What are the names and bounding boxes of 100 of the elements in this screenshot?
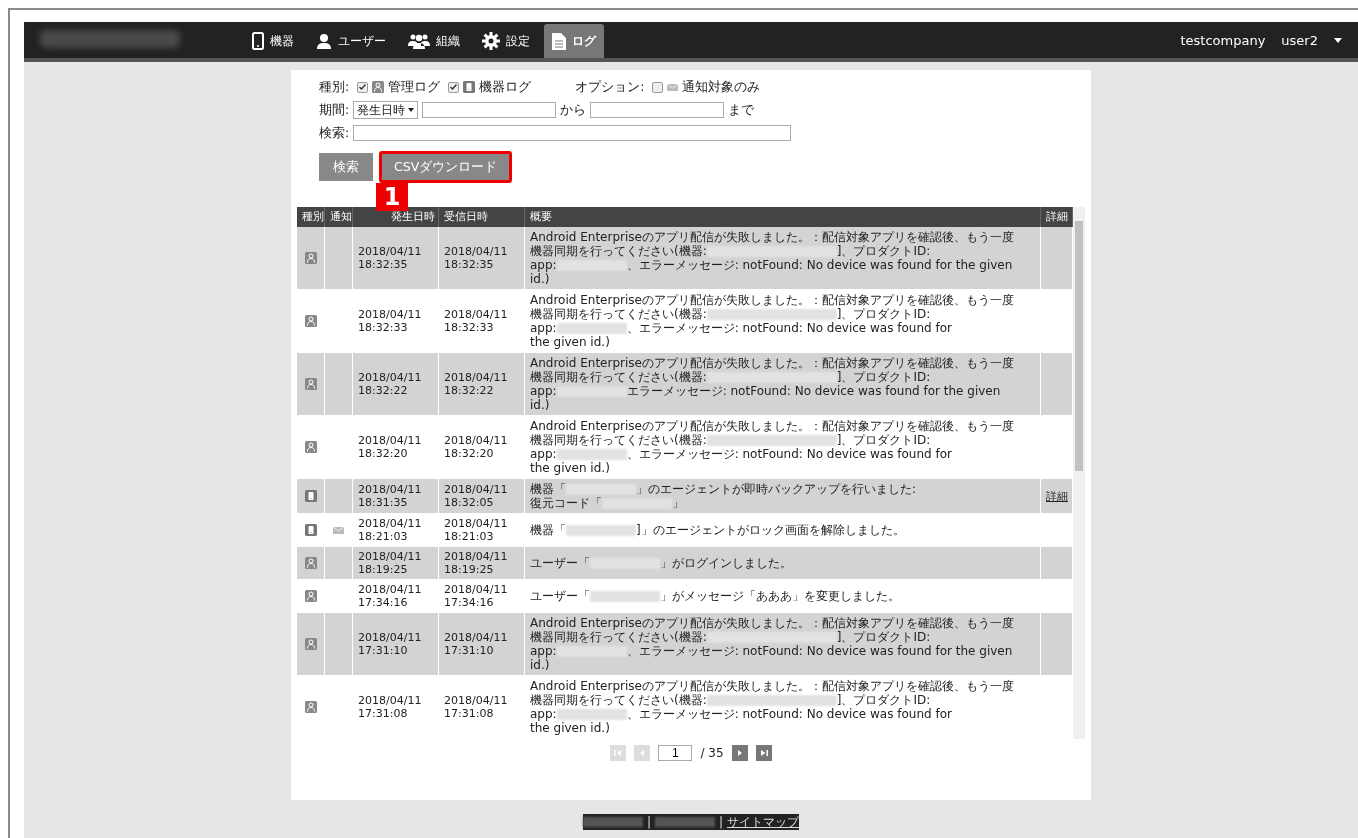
option-label: オプション: xyxy=(575,78,645,96)
summary-text: 機器同期を行ってください(機器: xyxy=(530,370,707,384)
summary-text: 」 xyxy=(672,496,684,510)
redacted-block xyxy=(566,524,636,536)
user-log-icon xyxy=(372,81,385,93)
summary-text: app: xyxy=(530,384,557,398)
user-log-icon xyxy=(304,701,317,713)
summary-text: ]、プロダクトID: xyxy=(836,433,931,447)
nav-tab[interactable]: 設定 xyxy=(474,24,538,58)
summary-text: the given id.) xyxy=(530,335,610,349)
checkbox-label: 通知対象のみ xyxy=(682,78,761,96)
checkbox[interactable] xyxy=(448,81,460,93)
summary-text: 、エラーメッセージ: notFound: No device was found for xyxy=(626,447,952,461)
document-icon xyxy=(552,32,566,50)
redacted-block xyxy=(556,708,627,720)
table-cell: 2018/04/11 18:21:03 xyxy=(439,514,525,546)
to-label: まで xyxy=(728,101,755,119)
summary-text: app: xyxy=(530,707,557,721)
table-cell: 2018/04/11 18:32:35 xyxy=(439,227,525,289)
summary-text: app: xyxy=(530,258,557,272)
company-name: testcompany xyxy=(1180,32,1266,48)
dropdown-caret-icon xyxy=(408,108,415,112)
page-number-field[interactable]: 1 xyxy=(658,745,693,761)
device-log-icon xyxy=(304,524,317,536)
table-cell: 2018/04/11 18:32:22 xyxy=(439,353,525,415)
table-cell: 2018/04/11 18:32:20 xyxy=(353,416,439,478)
device-log-icon xyxy=(463,81,476,93)
summary-text: Android Enterpriseのアプリ配信が失敗しました。：配信対象アプリを確認後、もう一度 xyxy=(530,293,1014,307)
scrollbar[interactable] xyxy=(1073,207,1085,739)
nav-tab-label: 設定 xyxy=(506,32,530,50)
table-cell: 2018/04/11 18:32:05 xyxy=(439,479,525,513)
summary-text: Android Enterpriseのアプリ配信が失敗しました。：配信対象アプリを確認後、もう一度 xyxy=(530,419,1014,433)
right-triangle-icon xyxy=(737,750,743,756)
user-log-icon xyxy=(304,557,317,569)
summary-text: 機器同期を行ってください(機器: xyxy=(530,244,707,258)
table-cell: 2018/04/11 18:21:03 xyxy=(353,514,439,546)
checkbox-label: 機器ログ xyxy=(479,78,532,96)
redacted-block xyxy=(582,817,643,827)
last-page-button[interactable] xyxy=(755,745,772,761)
summary-text: 」がメッセージ「あああ」を変更しました。 xyxy=(660,589,900,603)
from-label: から xyxy=(560,101,587,119)
checkbox[interactable] xyxy=(357,81,369,93)
summary-text: ]、プロダクトID: xyxy=(836,693,931,707)
summary-text: 機器同期を行ってください(機器: xyxy=(530,433,707,447)
nav-tab[interactable]: ユーザー xyxy=(308,24,394,58)
person-icon xyxy=(316,33,332,49)
nav-tab[interactable]: ログ xyxy=(544,24,604,58)
nav-tab-label: ユーザー xyxy=(338,32,386,50)
summary-text: Android Enterpriseのアプリ配信が失敗しました。：配信対象アプリを確認後、もう一度 xyxy=(530,356,1014,370)
detail-link[interactable]: 詳細 xyxy=(1046,489,1068,503)
summary-text: 機器同期を行ってください(機器: xyxy=(530,693,707,707)
summary-text: 復元コード「 xyxy=(530,496,602,510)
table-cell: 2018/04/11 18:32:35 xyxy=(353,227,439,289)
search-label: 検索: xyxy=(319,124,350,142)
period-select[interactable]: 発生日時 xyxy=(353,101,419,119)
step-number-badge: 1 xyxy=(376,183,408,211)
period-label: 期間: xyxy=(319,101,350,119)
summary-text: ]、プロダクトID: xyxy=(836,307,931,321)
summary-text: id.) xyxy=(530,398,550,412)
settings-icon xyxy=(482,32,500,50)
last-page-icon xyxy=(759,750,768,756)
user-log-icon xyxy=(304,315,317,327)
next-page-button[interactable] xyxy=(731,745,748,761)
redacted-block xyxy=(556,448,627,460)
left-triangle-icon xyxy=(639,750,645,756)
phone-icon xyxy=(252,32,264,50)
caret-icon xyxy=(1334,37,1342,43)
user-log-icon xyxy=(304,378,317,390)
summary-text: id.) xyxy=(530,658,550,672)
user-log-icon xyxy=(304,638,317,650)
summary-text: ]、プロダクトID: xyxy=(836,370,931,384)
first-page-icon xyxy=(614,750,623,756)
table-cell: 2018/04/11 17:31:08 xyxy=(439,676,525,738)
summary-text: 機器「 xyxy=(530,482,566,496)
start-date-field[interactable] xyxy=(422,102,557,118)
summary-text: 」がログインしました。 xyxy=(660,556,792,570)
user-log-icon xyxy=(304,441,317,453)
summary-text: 、エラーメッセージ: notFound: No device was found for the given xyxy=(626,644,1013,658)
nav-tab[interactable]: 組織 xyxy=(400,24,468,58)
search-button[interactable]: 検索 xyxy=(319,153,373,181)
nav-tab-label: ログ xyxy=(572,32,596,50)
people-icon xyxy=(408,33,430,49)
checkbox-label: 管理ログ xyxy=(388,78,441,96)
nav-tab[interactable]: 機器 xyxy=(244,24,302,58)
summary-text: id.) xyxy=(530,272,550,286)
table-cell: 2018/04/11 18:32:20 xyxy=(439,416,525,478)
summary-text: Android Enterpriseのアプリ配信が失敗しました。：配信対象アプリを確認後、もう一度 xyxy=(530,679,1014,693)
user-menu[interactable]: user2 xyxy=(1281,32,1318,48)
search-field[interactable] xyxy=(353,125,792,141)
summary-text: app: xyxy=(530,447,557,461)
device-log-icon xyxy=(304,490,317,502)
end-date-field[interactable] xyxy=(590,102,725,118)
csv-download-button[interactable]: CSVダウンロード xyxy=(379,151,513,183)
envelope-icon xyxy=(667,83,679,91)
checkbox[interactable] xyxy=(652,81,664,93)
table-cell: 2018/04/11 17:34:16 xyxy=(439,580,525,612)
summary-text: 機器同期を行ってください(機器: xyxy=(530,630,707,644)
summary-text: ユーザー「 xyxy=(530,589,590,603)
type-label: 種別: xyxy=(319,78,350,96)
summary-text: app: xyxy=(530,321,557,335)
